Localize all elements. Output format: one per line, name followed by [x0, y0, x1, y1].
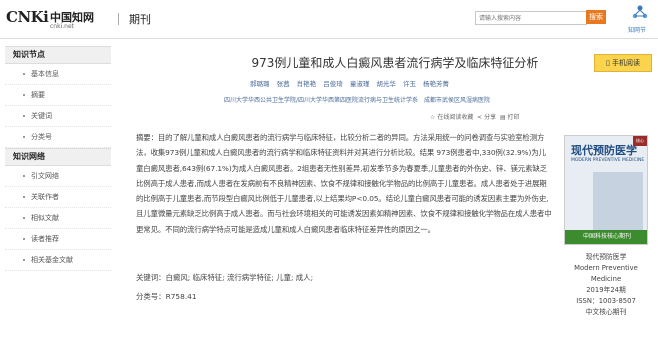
author-list: 郝璐璐 张茜 肖艳艳 吕俊琦 童淑瑾 胡光华 许玉 杨艳芳菁	[250, 78, 520, 88]
cover-title: 现代预防医学	[571, 144, 637, 157]
search-input[interactable]	[475, 11, 587, 25]
abstract-text: 目的了解儿童和成人白癜风患者的流行病学与临床特征，比较分析二者的异同。方法采用统…	[136, 133, 552, 234]
search-button[interactable]: 搜索	[586, 10, 606, 24]
abstract: 摘要：目的了解儿童和成人白癜风患者的流行病学与临床特征，比较分析二者的异同。方法…	[136, 130, 552, 237]
logo-subtitle: cnki.net	[50, 23, 74, 30]
keywords-row: 关键词：白癜风; 临床特征; 流行病学特征; 儿童; 成人;	[136, 272, 313, 283]
author-link[interactable]: 肖艳艳	[297, 80, 317, 88]
journal-issn: ISSN：1003-8507	[576, 297, 636, 305]
affiliations[interactable]: 四川大学华西公共卫生学院/四川大学华西第四医院流行病与卫生统计学系 成都市武侯区…	[224, 95, 584, 104]
keywords-value[interactable]: 白癜风; 临床特征; 流行病学特征; 儿童; 成人;	[166, 273, 314, 282]
cnki-logo[interactable]: CNKi 中国知网 cnki.net	[6, 8, 98, 32]
article-title: 973例儿童和成人白癜风患者流行病学及临床特征分析	[251, 56, 539, 70]
sidebar-item-abstract[interactable]: 摘要	[5, 85, 111, 106]
sidebar-section-knowledge-network: 知识网络	[5, 148, 111, 166]
sidebar-section-knowledge-node: 知识节点	[5, 46, 111, 64]
author-link[interactable]: 吕俊琦	[323, 80, 343, 88]
sidebar-item-reader-recommend[interactable]: 读者推荐	[5, 229, 111, 250]
nav-journal-link[interactable]: 期刊	[129, 11, 151, 27]
cover-band: 中国科技核心期刊	[565, 230, 647, 244]
collect-link[interactable]: 在线阅读收藏	[437, 114, 473, 121]
print-link[interactable]: 打印	[508, 114, 520, 121]
journal-name-cn[interactable]: 现代预防医学	[560, 252, 652, 263]
mobile-read-button[interactable]: ▯ 手机阅读	[594, 54, 652, 72]
share-icon: <	[475, 114, 483, 121]
author-link[interactable]: 张茜	[277, 80, 290, 88]
mobile-read-label: 手机阅读	[612, 59, 641, 67]
class-number-row: 分类号：R758.41	[136, 291, 197, 302]
journal-info: 现代预防医学 Modern Preventive Medicine 2019年2…	[560, 252, 652, 318]
keywords-label: 关键词：	[136, 273, 166, 282]
share-link[interactable]: 分享	[484, 114, 496, 121]
journal-core-badge: 中文核心期刊	[585, 308, 627, 316]
knowledge-node-logo: 知网节	[626, 4, 654, 34]
sidebar-item-fund-docs[interactable]: 相关基金文献	[5, 250, 111, 271]
class-number-value: R758.41	[165, 292, 197, 301]
journal-issue[interactable]: 2019年24期	[560, 285, 652, 296]
nav-divider	[118, 13, 119, 25]
author-link[interactable]: 胡光华	[376, 80, 396, 88]
sidebar-item-class-no[interactable]: 分类号	[5, 127, 111, 148]
cover-image	[593, 172, 643, 230]
abstract-label: 摘要：	[136, 133, 158, 142]
sidebar-item-citation-network[interactable]: 引文网络	[5, 166, 111, 187]
sidebar-item-keywords[interactable]: 关键词	[5, 106, 111, 127]
sidebar-item-basic-info[interactable]: 基本信息	[5, 64, 111, 85]
share-bar: ☆ 在线阅读收藏 < 分享 ▤ 打印	[430, 112, 520, 121]
author-link[interactable]: 许玉	[403, 80, 416, 88]
knowledge-node-icon	[632, 5, 648, 19]
cover-tag: 核心	[633, 136, 647, 146]
journal-name-en: Modern Preventive Medicine	[574, 264, 638, 283]
author-link[interactable]: 杨艳芳菁	[423, 80, 449, 88]
top-bar: CNKi 中国知网 cnki.net 期刊 搜索 知网节	[0, 0, 658, 39]
sidebar: 知识节点 基本信息 摘要 关键词 分类号 知识网络 引文网络 关联作者 相似文献…	[5, 46, 111, 271]
knowledge-node-label: 知网节	[628, 27, 647, 34]
sidebar-item-similar-docs[interactable]: 相似文献	[5, 208, 111, 229]
cover-subtitle: MODERN PREVENTIVE MEDICINE	[571, 158, 645, 163]
journal-cover[interactable]: 现代预防医学 MODERN PREVENTIVE MEDICINE 中国科技核心…	[564, 135, 648, 245]
logo-brand: CNKi	[6, 8, 49, 26]
author-link[interactable]: 郝璐璐	[250, 80, 270, 88]
print-icon: ▤	[498, 114, 506, 121]
sidebar-item-related-authors[interactable]: 关联作者	[5, 187, 111, 208]
author-link[interactable]: 童淑瑾	[350, 80, 370, 88]
class-number-label: 分类号：	[136, 292, 166, 301]
collect-icon: ☆	[430, 114, 436, 121]
